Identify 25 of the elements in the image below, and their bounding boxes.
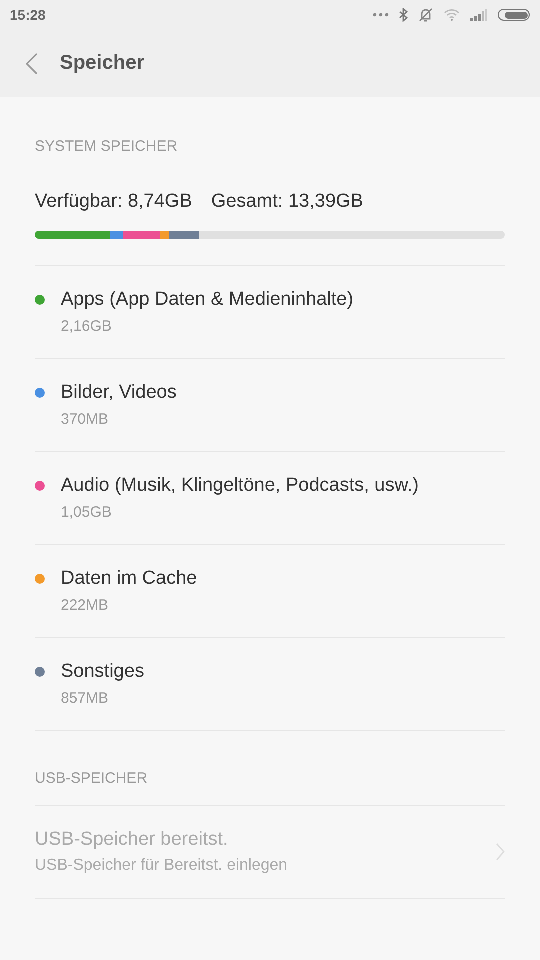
back-icon (26, 52, 38, 74)
category-size: 857MB (61, 690, 110, 707)
status-time: 15:28 (10, 7, 46, 23)
section-heading: USB-SPEICHER (35, 769, 149, 789)
chevron-right-icon (496, 843, 505, 861)
available-storage: Verfügbar: 8,74GB (35, 191, 192, 213)
category-size: 1,05GB (61, 504, 113, 521)
total-storage: Gesamt: 13,39GB (211, 191, 364, 213)
back-button[interactable] (26, 52, 40, 74)
category-size: 370MB (61, 411, 110, 428)
battery-icon (498, 9, 530, 21)
category-size: 222MB (61, 597, 110, 614)
category-name: Daten im Cache (61, 568, 198, 590)
category-name: Apps (App Daten & Medieninhalte) (61, 289, 354, 311)
category-name: Audio (Musik, Klingeltöne, Podcasts, usw.) (61, 475, 420, 497)
wifi-icon (444, 9, 460, 21)
section-heading: SYSTEM SPEICHER (35, 137, 179, 157)
category-name: Bilder, Videos (61, 382, 177, 404)
signal-icon (470, 9, 488, 21)
category-size: 2,16GB (61, 318, 113, 335)
category-name: Sonstiges (61, 661, 144, 683)
page-title: Speicher (60, 52, 144, 75)
bluetooth-icon (399, 8, 408, 22)
muted-bell-icon (418, 7, 434, 23)
more-dots-icon (373, 13, 389, 17)
